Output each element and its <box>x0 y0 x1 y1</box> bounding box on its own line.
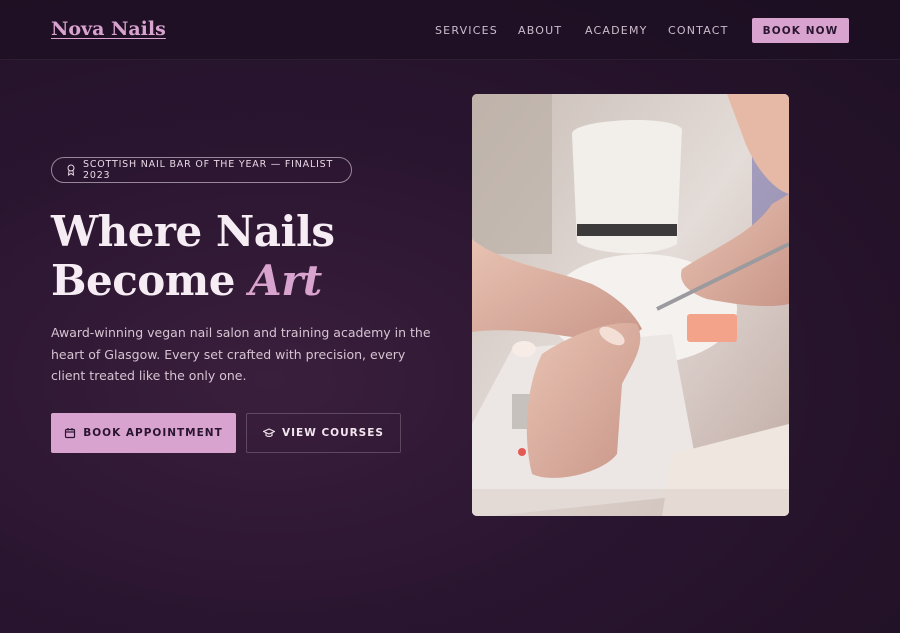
book-appointment-button[interactable]: BOOK APPOINTMENT <box>51 413 236 453</box>
manicure-photo-illustration <box>472 94 789 516</box>
view-courses-label: VIEW COURSES <box>282 427 384 439</box>
top-navigation: Nova Nails SERVICES ABOUT ACADEMY CONTAC… <box>0 0 900 60</box>
headline-accent: Art <box>249 256 322 305</box>
headline-line-1: Where Nails <box>51 207 335 256</box>
nav-link-academy[interactable]: ACADEMY <box>585 24 648 37</box>
award-badge-text: SCOTTISH NAIL BAR OF THE YEAR — FINALIST… <box>83 159 334 181</box>
nav-link-services[interactable]: SERVICES <box>435 24 498 37</box>
calendar-icon <box>64 427 76 439</box>
book-appointment-label: BOOK APPOINTMENT <box>83 427 223 439</box>
hero-description: Award-winning vegan nail salon and train… <box>51 325 431 383</box>
nav-link-contact[interactable]: CONTACT <box>668 24 729 37</box>
award-badge: SCOTTISH NAIL BAR OF THE YEAR — FINALIST… <box>51 157 352 183</box>
graduation-cap-icon <box>262 427 276 439</box>
nav-link-about[interactable]: ABOUT <box>518 24 562 37</box>
hero-headline: Where Nails Become Art <box>51 207 335 305</box>
hero-image <box>472 94 789 516</box>
award-icon <box>66 164 76 176</box>
headline-line-2: Become <box>51 256 235 305</box>
brand-logo[interactable]: Nova Nails <box>51 18 166 40</box>
book-now-button[interactable]: BOOK NOW <box>752 18 849 43</box>
view-courses-button[interactable]: VIEW COURSES <box>246 413 401 453</box>
